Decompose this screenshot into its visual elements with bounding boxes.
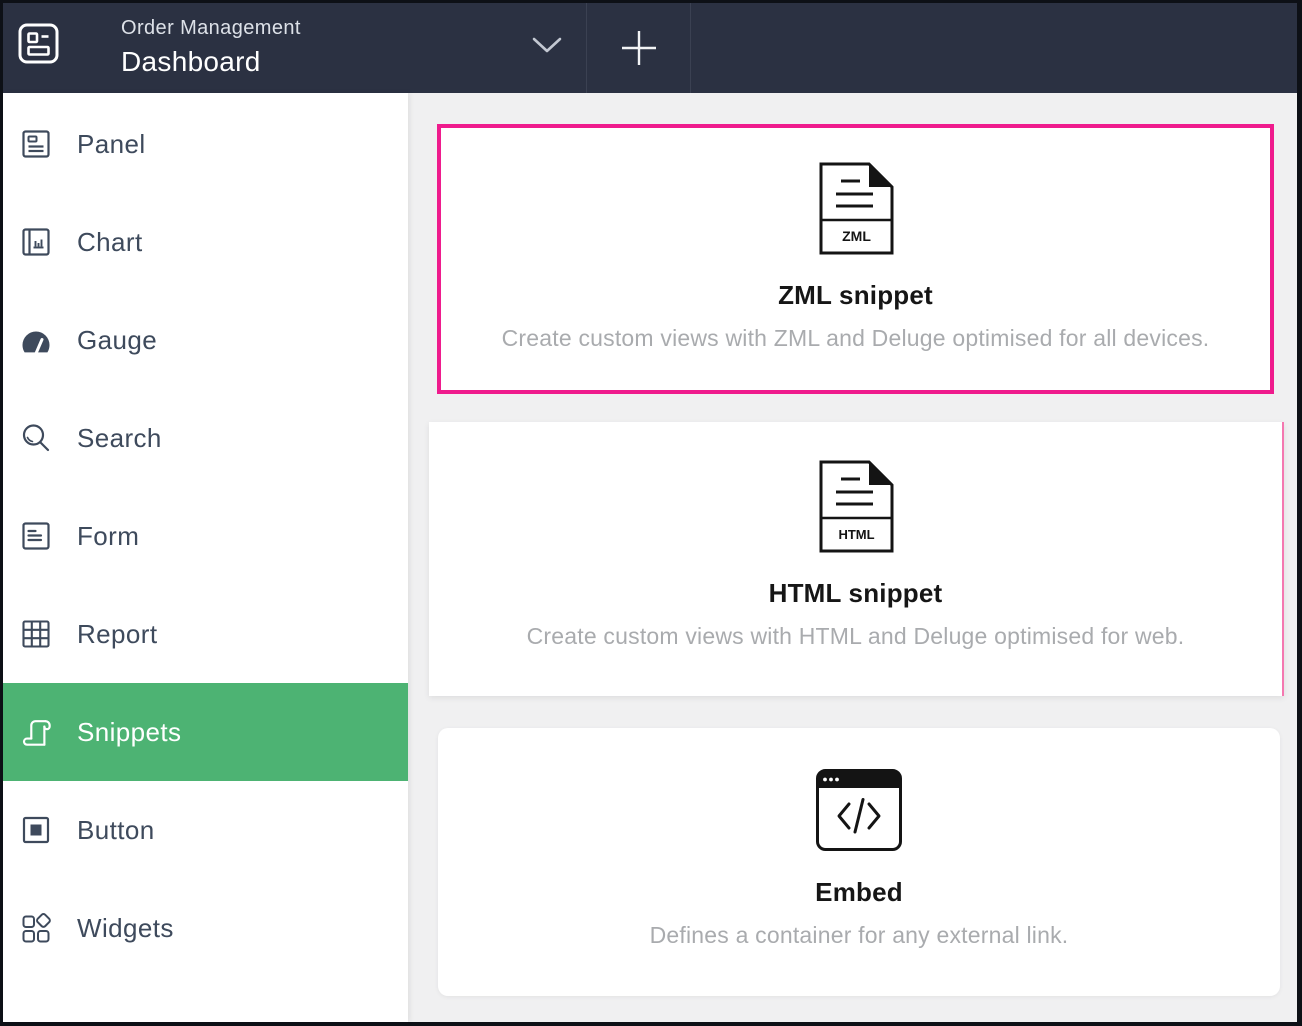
app-name: Order Management xyxy=(121,17,301,40)
sidebar-item-chart[interactable]: Chart xyxy=(3,193,408,291)
snippet-options-panel: ZML ZML snippet Create custom views with… xyxy=(408,93,1297,1022)
button-icon xyxy=(20,814,52,846)
widgets-icon xyxy=(20,912,52,944)
sidebar-item-label: Button xyxy=(77,815,155,846)
sidebar-item-label: Form xyxy=(77,521,139,552)
search-icon xyxy=(20,422,52,454)
card-title: Embed xyxy=(815,877,903,908)
html-file-icon: HTML xyxy=(817,460,895,553)
sidebar-item-label: Panel xyxy=(77,129,146,160)
app-header: Order Management Dashboard xyxy=(3,3,1297,93)
component-sidebar: Panel Chart xyxy=(3,93,408,1022)
card-description: Create custom views with ZML and Deluge … xyxy=(502,325,1210,352)
sidebar-item-panel[interactable]: Panel xyxy=(3,95,408,193)
chart-icon xyxy=(20,226,52,258)
gauge-icon xyxy=(20,324,52,356)
sidebar-item-report[interactable]: Report xyxy=(3,585,408,683)
card-description: Create custom views with HTML and Deluge… xyxy=(527,623,1185,650)
card-html-snippet[interactable]: HTML HTML snippet Create custom views wi… xyxy=(429,422,1284,696)
header-titles: Order Management Dashboard xyxy=(121,17,301,78)
add-component-button[interactable] xyxy=(587,3,690,93)
chevron-down-icon[interactable] xyxy=(531,36,563,54)
dashboard-logo-icon xyxy=(18,23,59,64)
card-title: ZML snippet xyxy=(778,280,933,311)
page-title: Dashboard xyxy=(121,46,301,78)
card-embed[interactable]: Embed Defines a container for any extern… xyxy=(438,728,1280,996)
sidebar-item-snippets[interactable]: Snippets xyxy=(3,683,408,781)
card-zml-snippet[interactable]: ZML ZML snippet Create custom views with… xyxy=(437,124,1274,394)
sidebar-item-label: Snippets xyxy=(77,717,181,748)
card-title: HTML snippet xyxy=(769,578,943,609)
sidebar-item-label: Search xyxy=(77,423,162,454)
sidebar-item-search[interactable]: Search xyxy=(3,389,408,487)
sidebar-item-widgets[interactable]: Widgets xyxy=(3,879,408,977)
embed-browser-code-icon xyxy=(815,768,903,852)
sidebar-item-form[interactable]: Form xyxy=(3,487,408,585)
panel-icon xyxy=(20,128,52,160)
report-icon xyxy=(20,618,52,650)
zml-file-icon: ZML xyxy=(817,162,895,255)
sidebar-item-label: Gauge xyxy=(77,325,157,356)
header-divider xyxy=(690,3,691,93)
svg-text:HTML: HTML xyxy=(838,527,874,542)
sidebar-item-label: Report xyxy=(77,619,157,650)
svg-text:ZML: ZML xyxy=(842,228,871,244)
sidebar-item-button[interactable]: Button xyxy=(3,781,408,879)
sidebar-item-gauge[interactable]: Gauge xyxy=(3,291,408,389)
sidebar-item-label: Widgets xyxy=(77,913,174,944)
form-icon xyxy=(20,520,52,552)
scroll-icon xyxy=(20,716,52,748)
sidebar-item-label: Chart xyxy=(77,227,143,258)
card-description: Defines a container for any external lin… xyxy=(650,922,1069,949)
plus-icon xyxy=(620,29,658,67)
